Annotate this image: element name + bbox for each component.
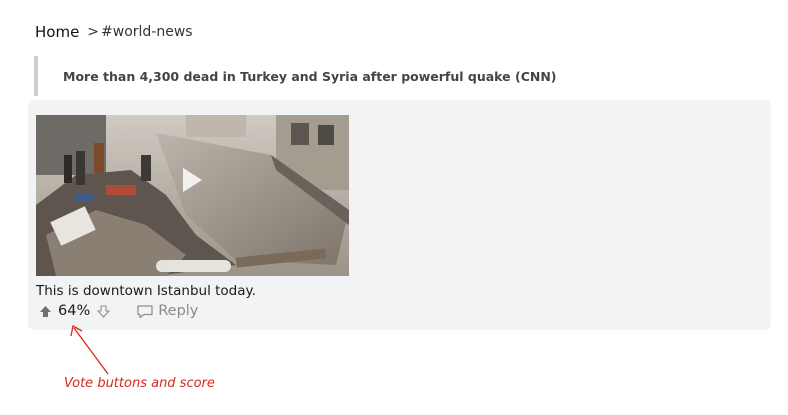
reply-button[interactable]: Reply [136,303,198,319]
breadcrumb-home-link[interactable]: Home [35,23,79,41]
vote-score: 64% [58,303,91,319]
upvote-icon[interactable] [38,304,52,318]
post-video[interactable] [36,115,349,276]
page: Home > #world-news More than 4,300 dead … [0,0,788,415]
breadcrumb-separator: > [87,24,100,40]
breadcrumb: Home > #world-news [35,23,193,41]
quoted-headline: More than 4,300 dead in Turkey and Syria… [34,56,734,96]
post-card: This is downtown Istanbul today. 64% Rep… [28,100,771,330]
downvote-icon[interactable] [96,304,110,318]
reply-label: Reply [158,303,199,319]
earthquake-rubble-thumbnail [36,115,349,276]
post-caption: This is downtown Istanbul today. [36,283,256,299]
breadcrumb-channel[interactable]: #world-news [101,24,193,40]
post-actions: 64% Reply [38,303,198,319]
reply-icon [137,304,153,318]
quoted-headline-text: More than 4,300 dead in Turkey and Syria… [63,68,557,84]
annotation-label: Vote buttons and score [64,376,215,391]
